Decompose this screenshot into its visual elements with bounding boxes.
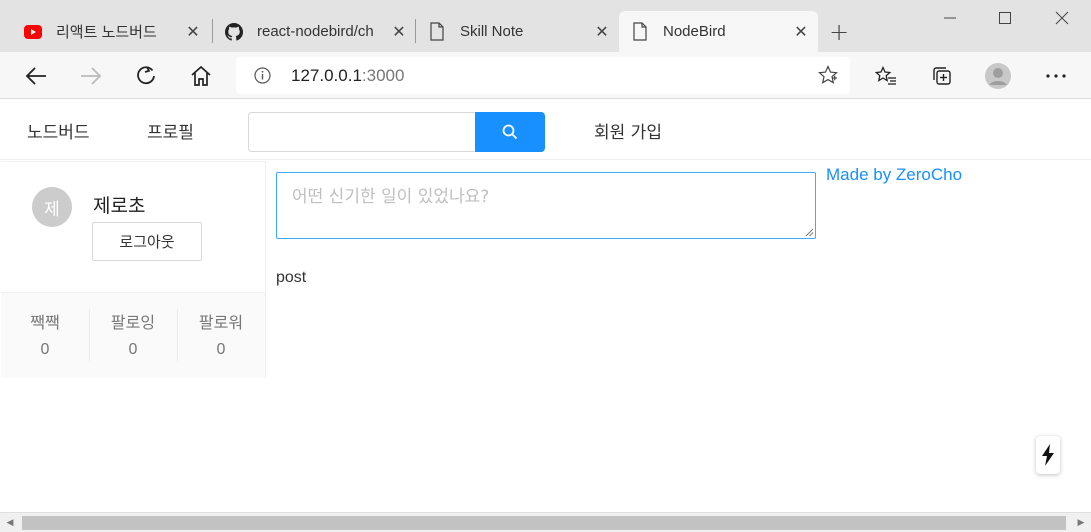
refresh-icon[interactable] <box>131 61 161 91</box>
search-box <box>248 112 545 152</box>
stat-label: 팔로잉 <box>110 313 156 332</box>
stat-tweets[interactable]: 짹짹 0 <box>1 293 89 378</box>
tab-bar: 리액트 노드버드 ✕ react-nodebird/ch ✕ Skill Not… <box>0 0 1091 52</box>
tab-title: Skill Note <box>460 23 524 40</box>
menu-profile[interactable]: 프로필 <box>147 118 194 143</box>
tab-title: react-nodebird/ch <box>257 23 374 40</box>
more-icon[interactable] <box>1041 61 1071 91</box>
collections-icon[interactable] <box>927 61 957 91</box>
favorite-star-icon[interactable] <box>818 65 838 85</box>
browser-toolbar: 127.0.0.1:3000 <box>0 52 1091 99</box>
profile-avatar-icon[interactable] <box>983 61 1013 91</box>
search-icon <box>502 124 518 140</box>
favorites-icon[interactable] <box>871 61 901 91</box>
stat-value: 0 <box>128 341 138 358</box>
tab-title: NodeBird <box>663 23 726 40</box>
user-nickname: 제로초 <box>93 195 146 217</box>
post-textarea[interactable]: 어떤 신기한 일이 있었나요? <box>276 172 816 239</box>
page-icon <box>631 22 649 41</box>
scroll-right-icon[interactable]: ▶ <box>1075 517 1087 529</box>
youtube-icon <box>24 23 42 41</box>
stat-followings[interactable]: 팔로잉 0 <box>89 293 177 378</box>
info-icon[interactable] <box>254 67 271 84</box>
tab-title: 리액트 노드버드 <box>56 24 157 41</box>
user-stats: 짹짹 0 팔로잉 0 팔로워 0 <box>1 292 265 378</box>
scrollbar-thumb[interactable] <box>22 516 1066 530</box>
page-icon <box>428 22 446 41</box>
github-icon <box>225 22 243 41</box>
menu-signup[interactable]: 회원 가입 <box>594 118 662 143</box>
maximize-icon[interactable] <box>990 6 1020 30</box>
new-tab-icon[interactable]: + <box>826 18 852 46</box>
close-icon[interactable]: ✕ <box>593 22 611 41</box>
tab-github[interactable]: react-nodebird/ch ✕ <box>213 11 416 52</box>
tab-nodebird[interactable]: NodeBird ✕ <box>619 11 818 52</box>
minimize-icon[interactable] <box>935 6 965 30</box>
avatar: 제 <box>32 187 72 227</box>
address-bar[interactable]: 127.0.0.1:3000 <box>236 57 850 94</box>
tab-skill-note[interactable]: Skill Note ✕ <box>416 11 619 52</box>
resize-grip-icon[interactable] <box>804 227 814 237</box>
post-item: post <box>276 269 307 286</box>
search-button[interactable] <box>475 112 545 152</box>
close-window-icon[interactable] <box>1047 6 1077 30</box>
made-by-link[interactable]: Made by ZeroCho <box>826 165 962 185</box>
scroll-left-icon[interactable]: ◀ <box>4 517 16 529</box>
post-placeholder: 어떤 신기한 일이 있었나요? <box>292 187 490 207</box>
url-text[interactable]: 127.0.0.1:3000 <box>291 66 404 86</box>
forward-icon[interactable] <box>76 61 106 91</box>
stat-value: 0 <box>216 341 226 358</box>
close-icon[interactable]: ✕ <box>390 22 408 41</box>
stat-label: 팔로워 <box>198 313 244 332</box>
back-icon[interactable] <box>21 61 51 91</box>
tab-youtube[interactable]: 리액트 노드버드 ✕ <box>0 11 210 52</box>
stat-label: 짹짹 <box>30 313 60 332</box>
page-content: 노드버드 프로필 회원 가입 제 제로초 로그아웃 짹짹 0 팔로잉 0 팔로워… <box>0 100 1091 512</box>
horizontal-scrollbar[interactable]: ◀ ▶ <box>0 512 1091 532</box>
top-menu: 노드버드 프로필 회원 가입 <box>0 100 1091 160</box>
close-icon[interactable]: ✕ <box>792 22 810 41</box>
logout-button[interactable]: 로그아웃 <box>92 222 202 261</box>
search-input[interactable] <box>248 112 476 152</box>
home-icon[interactable] <box>186 61 216 91</box>
lightning-icon[interactable] <box>1036 436 1060 474</box>
stat-value: 0 <box>40 341 50 358</box>
stat-followers[interactable]: 팔로워 0 <box>177 293 265 378</box>
user-profile-card: 제 제로초 로그아웃 짹짹 0 팔로잉 0 팔로워 0 <box>1 161 266 378</box>
menu-home[interactable]: 노드버드 <box>27 118 90 143</box>
close-icon[interactable]: ✕ <box>184 22 202 41</box>
